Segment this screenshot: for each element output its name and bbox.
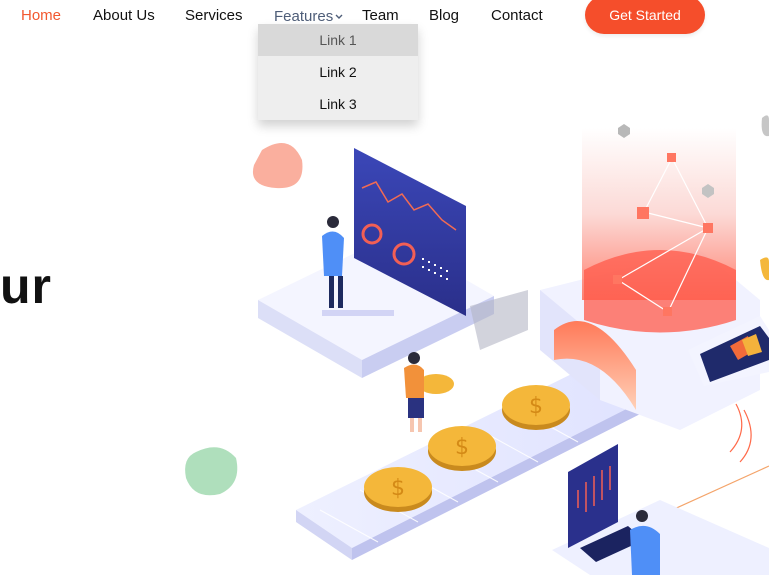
svg-text:$: $ (391, 476, 405, 501)
dropdown-item-link-1[interactable]: Link 1 (258, 24, 418, 56)
svg-text:$: $ (529, 394, 543, 419)
features-dropdown-menu: Link 1 Link 2 Link 3 (258, 24, 418, 120)
dropdown-item-link-2[interactable]: Link 2 (258, 56, 418, 88)
svg-text:$: $ (455, 435, 469, 460)
dropdown-item-link-3[interactable]: Link 3 (258, 88, 418, 120)
